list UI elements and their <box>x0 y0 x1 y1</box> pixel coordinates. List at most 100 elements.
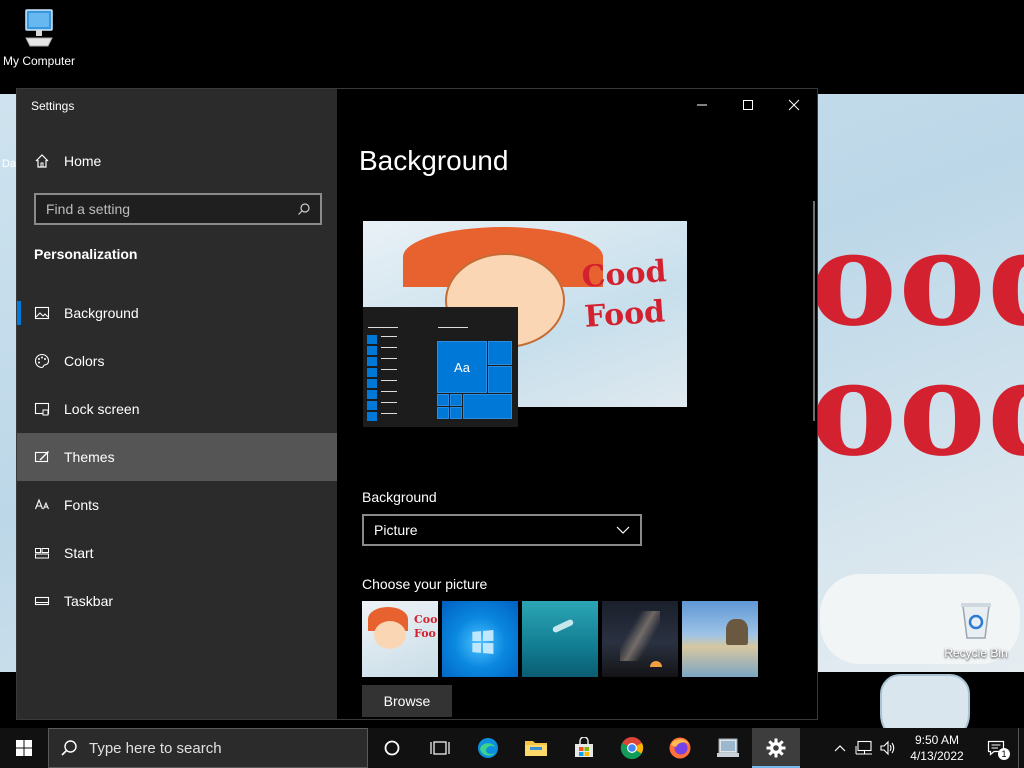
cortana-icon <box>384 740 400 756</box>
lock-screen-icon <box>33 400 51 418</box>
find-setting-search[interactable] <box>34 193 322 225</box>
chrome-button[interactable] <box>608 728 656 768</box>
brush-icon <box>33 448 51 466</box>
thumbnail-night-sky-tent[interactable] <box>602 601 678 677</box>
sidebar-item-taskbar[interactable]: Taskbar <box>17 577 337 625</box>
sidebar-item-label: Themes <box>64 449 115 465</box>
start-button[interactable] <box>0 728 48 768</box>
desktop-icon-label-partial: Da <box>2 158 17 170</box>
show-hidden-icons-button[interactable] <box>828 728 852 768</box>
preview-tile <box>450 394 462 406</box>
start-menu-icon <box>33 544 51 562</box>
preview-start-menu: Aa <box>363 307 518 427</box>
desktop-icon-my-computer[interactable]: My Computer <box>0 8 78 68</box>
sidebar-item-label: Fonts <box>64 497 100 513</box>
sidebar-item-label: Home <box>64 153 102 169</box>
font-icon <box>33 496 51 514</box>
file-explorer-icon <box>525 741 547 756</box>
maximize-icon <box>743 100 753 110</box>
search-icon <box>49 739 89 757</box>
photos-button[interactable] <box>704 728 752 768</box>
search-icon[interactable] <box>292 197 316 221</box>
background-type-dropdown[interactable]: Picture <box>362 514 642 546</box>
clock-date: 4/13/2022 <box>910 749 964 763</box>
cortana-button[interactable] <box>368 728 416 768</box>
thumbnail-text: Coo <box>414 613 438 626</box>
minimize-button[interactable] <box>679 89 725 121</box>
monitor-icon <box>25 9 53 47</box>
taskbar-search[interactable]: Type here to search <box>48 728 368 768</box>
section-heading: Personalization <box>34 246 138 262</box>
preview-tile <box>437 394 449 406</box>
clock-time: 9:50 AM <box>914 733 960 747</box>
edge-button[interactable] <box>464 728 512 768</box>
windows-logo-icon <box>16 740 32 756</box>
show-desktop-button[interactable] <box>1018 728 1024 768</box>
preview-text-line: Food <box>583 294 667 335</box>
network-icon <box>855 740 872 755</box>
background-type-label: Background <box>362 489 437 505</box>
volume-icon <box>880 740 895 756</box>
sidebar-item-themes[interactable]: Themes <box>17 433 337 481</box>
scrollbar[interactable] <box>813 201 815 421</box>
notification-count-badge: 1 <box>998 748 1010 760</box>
preview-tile <box>488 366 512 393</box>
palette-icon <box>33 352 51 370</box>
sidebar-item-lock-screen[interactable]: Lock screen <box>17 385 337 433</box>
task-view-icon <box>430 741 450 755</box>
store-button[interactable] <box>560 728 608 768</box>
sidebar-item-home[interactable]: Home <box>17 137 337 185</box>
firefox-icon <box>669 737 691 759</box>
home-icon <box>33 152 51 170</box>
maximize-button[interactable] <box>725 89 771 121</box>
windows-logo-icon <box>472 629 494 655</box>
sidebar-item-label: Lock screen <box>64 401 140 417</box>
wallpaper-text-2: ood <box>810 332 1024 485</box>
picture-thumbnails: Coo Foo <box>362 601 758 677</box>
file-explorer-button[interactable] <box>512 728 560 768</box>
chevron-down-icon <box>616 526 630 534</box>
browse-button[interactable]: Browse <box>362 685 452 717</box>
recycle-bin-icon <box>961 603 991 639</box>
system-tray: 9:50 AM 4/13/2022 1 <box>828 728 1024 768</box>
settings-taskbar-button[interactable] <box>752 728 800 768</box>
volume-button[interactable] <box>876 728 900 768</box>
clock[interactable]: 9:50 AM 4/13/2022 <box>900 732 974 764</box>
thumbnail-beach-rock-reflection[interactable] <box>682 601 758 677</box>
taskbar: Type here to search 9:50 AM 4/13/2022 1 <box>0 728 1024 768</box>
taskbar-icon <box>33 592 51 610</box>
preview-start-list <box>367 335 377 423</box>
settings-content: Background Cood Food Aa Background Pictu… <box>337 89 817 719</box>
chrome-icon <box>620 737 644 760</box>
thumbnail-underwater-diver[interactable] <box>522 601 598 677</box>
choose-picture-label: Choose your picture <box>362 576 488 592</box>
close-icon <box>788 99 800 111</box>
action-center-button[interactable]: 1 <box>974 728 1018 768</box>
preview-text-line: Cood <box>580 254 668 295</box>
sidebar-item-colors[interactable]: Colors <box>17 337 337 385</box>
settings-window: Settings Home Personalization Background <box>16 88 818 720</box>
sidebar-item-label: Colors <box>64 353 105 369</box>
thumbnail-windows-blue-logo[interactable] <box>442 601 518 677</box>
preview-tile <box>488 341 512 365</box>
sidebar-item-label: Background <box>64 305 139 321</box>
thumbnail-text: Foo <box>414 627 436 640</box>
firefox-button[interactable] <box>656 728 704 768</box>
thumbnail-cartoon-good-food[interactable]: Coo Foo <box>362 601 438 677</box>
minimize-icon <box>697 104 707 106</box>
preview-tile <box>450 407 462 419</box>
sidebar-item-background[interactable]: Background <box>17 289 337 337</box>
sidebar-item-fonts[interactable]: Fonts <box>17 481 337 529</box>
search-input[interactable] <box>36 201 292 217</box>
sidebar-item-start[interactable]: Start <box>17 529 337 577</box>
window-controls <box>679 89 817 121</box>
desktop-icon-label: Recycle Bin <box>944 646 1008 660</box>
task-view-button[interactable] <box>416 728 464 768</box>
window-title: Settings <box>31 99 75 113</box>
network-button[interactable] <box>852 728 876 768</box>
desktop-icon-recycle-bin[interactable]: Recycle Bin <box>938 600 1014 660</box>
close-button[interactable] <box>771 89 817 121</box>
photos-icon <box>717 738 739 757</box>
sidebar-item-label: Taskbar <box>64 593 114 609</box>
edge-icon <box>478 738 498 758</box>
